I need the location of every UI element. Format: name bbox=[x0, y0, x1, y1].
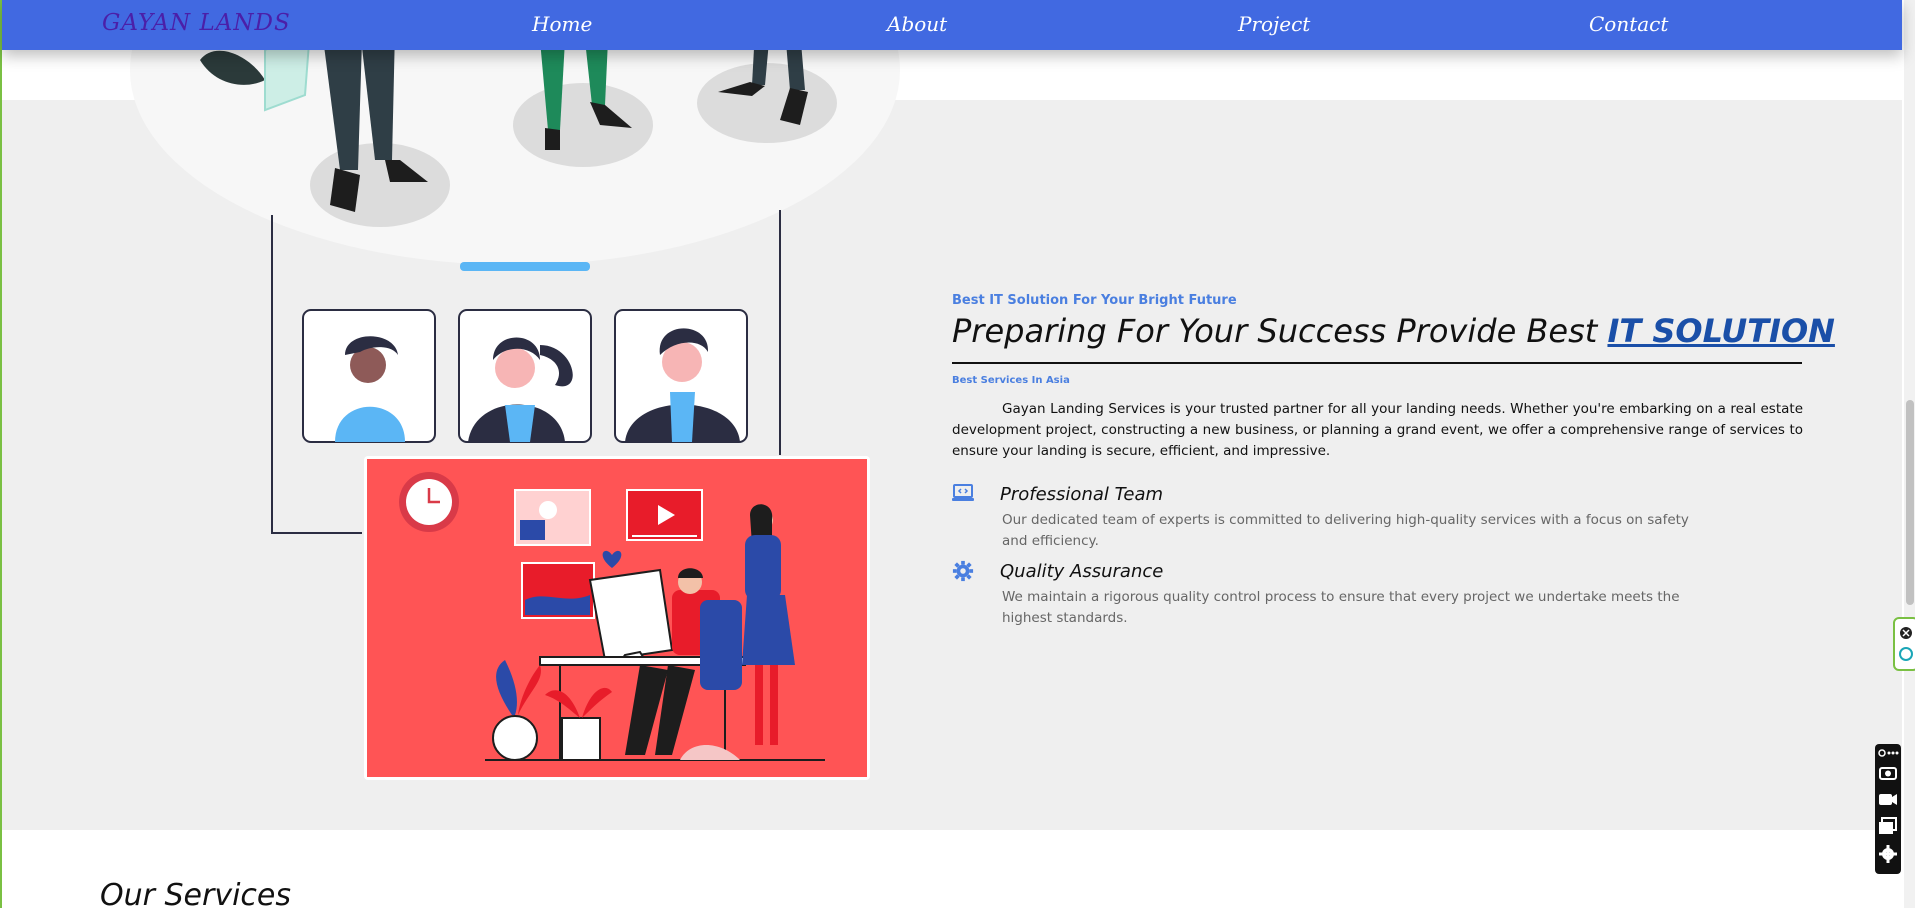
heading-text: Preparing For Your Success Provide Best bbox=[952, 312, 1608, 350]
nav-home-link[interactable]: Home bbox=[532, 12, 592, 36]
camera-icon bbox=[1879, 767, 1897, 780]
avatar-card-2 bbox=[458, 309, 592, 443]
capture-toolbar bbox=[1875, 744, 1901, 874]
work-illustration-card bbox=[364, 456, 870, 780]
feature-desc-professional-team: Our dedicated team of experts is committ… bbox=[1002, 512, 1689, 549]
scrollbar-thumb[interactable] bbox=[1906, 400, 1914, 605]
section-tagline: Best IT Solution For Your Bright Future bbox=[952, 293, 1237, 308]
nav-about-link[interactable]: About bbox=[887, 12, 947, 36]
heading-divider bbox=[952, 362, 1802, 364]
nav-contact-link[interactable]: Contact bbox=[1589, 12, 1668, 36]
laptop-code-icon bbox=[952, 484, 974, 501]
section-subtag: Best Services In Asia bbox=[952, 375, 1070, 386]
extension-logo-icon bbox=[1899, 647, 1913, 661]
avatar-card-3 bbox=[614, 309, 748, 443]
it-solution-link[interactable]: IT SOLUTION bbox=[1607, 312, 1834, 350]
top-navbar: GAYAN LANDS Home About Project Contact bbox=[2, 0, 1902, 50]
feature-desc-quality-assurance: We maintain a rigorous quality control p… bbox=[1002, 589, 1680, 626]
gear-icon bbox=[952, 560, 974, 582]
section-heading: Preparing For Your Success Provide Best … bbox=[952, 312, 1835, 350]
intro-paragraph: Gayan Landing Services is your trusted p… bbox=[952, 401, 1803, 459]
brand-logo[interactable]: GAYAN LANDS bbox=[102, 10, 291, 36]
extension-side-widget[interactable] bbox=[1893, 617, 1915, 671]
more-icon bbox=[1878, 749, 1899, 757]
feature-title-quality-assurance: Quality Assurance bbox=[1000, 561, 1164, 582]
avatar-card-1 bbox=[302, 309, 436, 443]
window-icon bbox=[1879, 817, 1897, 834]
feature-title-professional-team: Professional Team bbox=[1000, 484, 1164, 505]
nav-project-link[interactable]: Project bbox=[1238, 12, 1310, 36]
about-illustration bbox=[130, 0, 900, 780]
video-icon bbox=[1879, 794, 1897, 805]
settings-icon bbox=[1879, 845, 1897, 863]
board-highlight bbox=[460, 262, 590, 271]
